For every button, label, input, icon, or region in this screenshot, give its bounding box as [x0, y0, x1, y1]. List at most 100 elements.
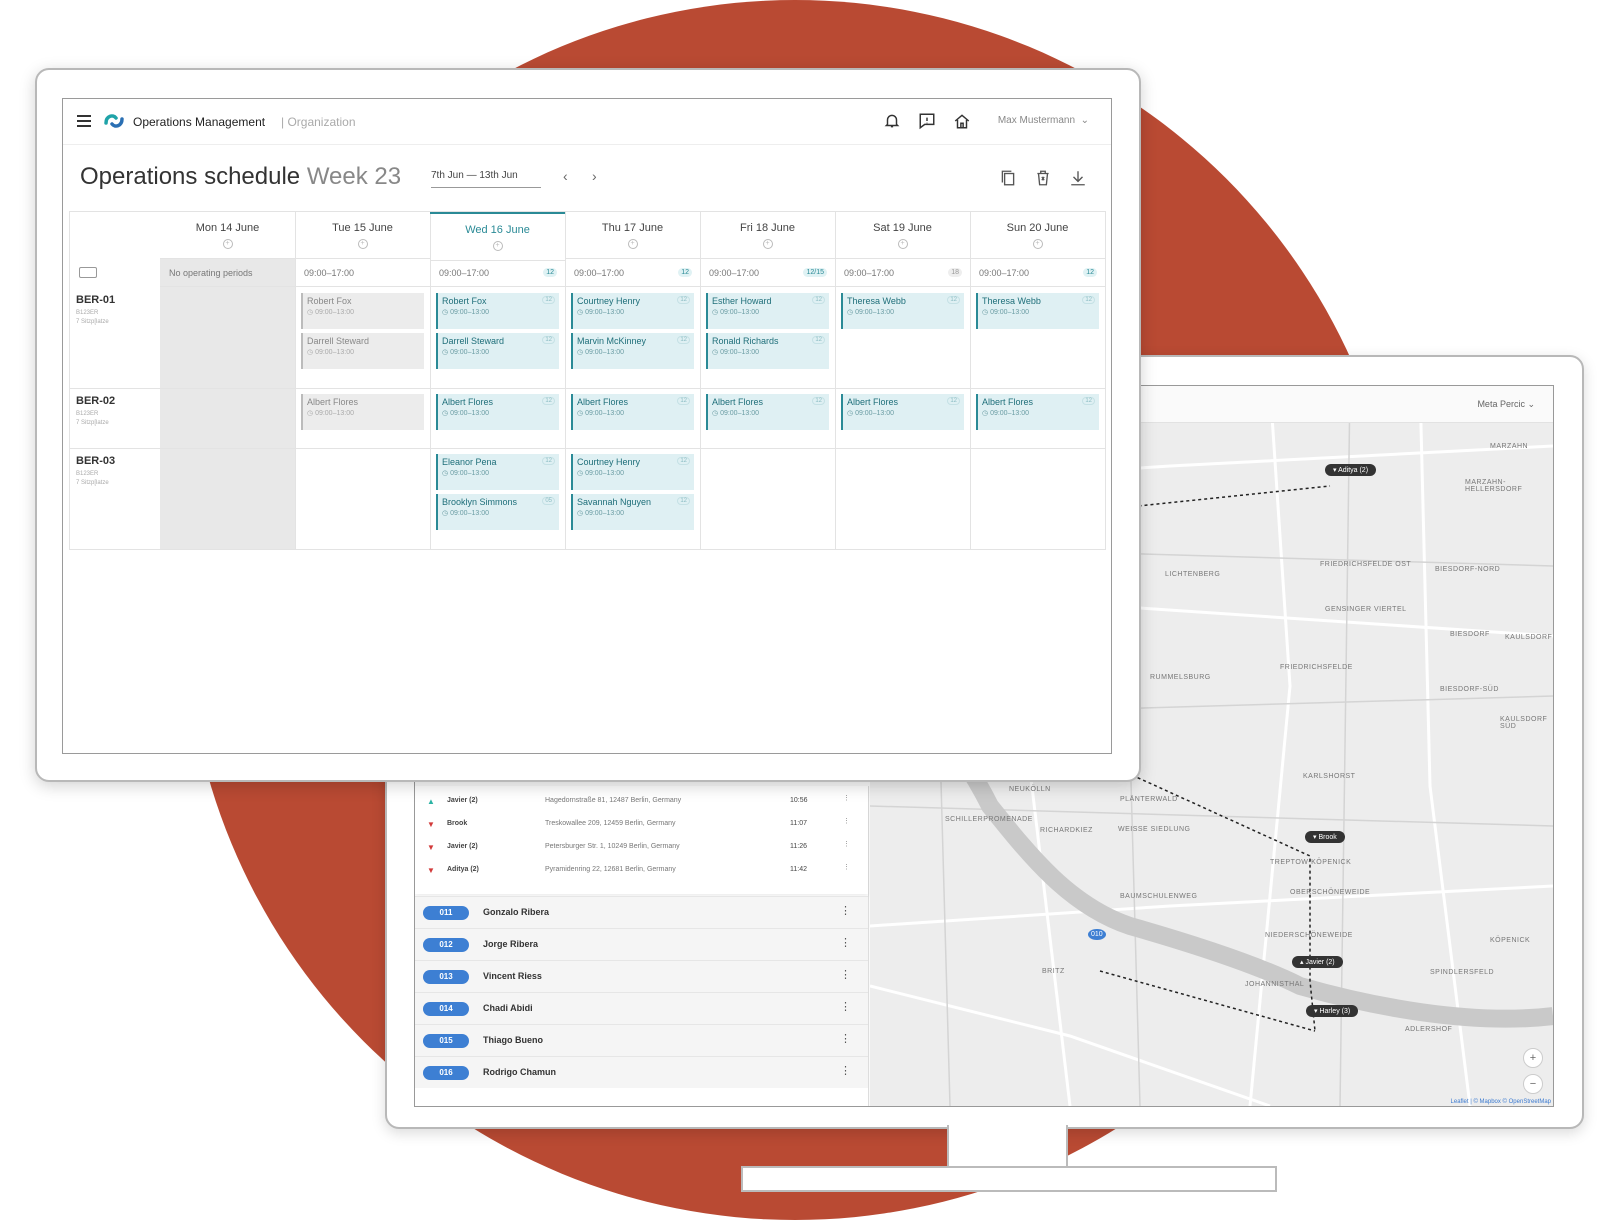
dropoff-triangle-icon: ▼ — [427, 866, 435, 875]
add-circle-icon[interactable]: + — [357, 239, 368, 249]
driver-row[interactable]: 012 Jorge Ribera ⋮ — [415, 928, 868, 960]
vehicle-row-header[interactable]: BER-02 B123ER 7 Sitzp[latze — [70, 388, 160, 448]
add-circle-icon[interactable]: + — [222, 239, 233, 249]
shift-card[interactable]: Brooklyn Simmons ◷ 09:00–13:00 05 — [436, 494, 559, 530]
shift-card[interactable]: Ronald Richards ◷ 09:00–13:00 12 — [706, 333, 829, 369]
shift-time: ◷ 09:00–13:00 — [847, 308, 894, 316]
shift-time-text: 09:00–13:00 — [450, 510, 489, 517]
org-name[interactable]: | Organization — [281, 115, 356, 129]
add-circle-icon[interactable]: + — [492, 241, 503, 251]
shift-card[interactable]: Albert Flores ◷ 09:00–13:00 12 — [841, 394, 964, 430]
add-circle-icon[interactable]: + — [897, 239, 908, 249]
shift-card[interactable]: Darrell Steward ◷ 09:00–13:00 — [301, 333, 424, 369]
map-marker[interactable]: ▾ Aditya (2) — [1325, 464, 1377, 476]
stop-row[interactable]: ▼ Brook Treskowallee 209, 12459 Berlin, Ge… — [415, 813, 855, 836]
more-vertical-icon[interactable]: ⋮ — [840, 1000, 851, 1013]
shift-card[interactable]: Courtney Henry ◷ 09:00–13:00 12 — [571, 454, 694, 490]
user-menu[interactable]: Meta Percic ⌄ — [1477, 399, 1535, 410]
shift-time-text: 09:00–13:00 — [720, 309, 759, 316]
map-attribution[interactable]: Leaflet | © Mapbox © OpenStreetMap — [1451, 1099, 1551, 1105]
trash-icon[interactable] — [1034, 169, 1052, 187]
shift-card[interactable]: Robert Fox ◷ 09:00–13:00 12 — [436, 293, 559, 329]
vehicle-row-header[interactable]: BER-01 B123ER 7 Sitzp[latze — [70, 287, 160, 388]
day-column: Tue 15 June +09:00–17:00 Robert Fox ◷ 09:00… — [295, 212, 431, 549]
map-marker[interactable]: ▴ Javier (2) — [1292, 956, 1343, 968]
add-circle-icon[interactable]: + — [762, 239, 773, 249]
driver-row[interactable]: 015 Thiago Bueno ⋮ — [415, 1024, 868, 1056]
map-marker[interactable]: ▾ Harley (3) — [1306, 1005, 1359, 1017]
map-label: WEISSE SIEDLUNG — [1118, 826, 1191, 833]
shift-card[interactable]: Esther Howard ◷ 09:00–13:00 12 — [706, 293, 829, 329]
stop-row[interactable]: ▼ Aditya (2) Pyramidenring 22, 12681 Berli… — [415, 859, 855, 882]
more-vertical-icon[interactable]: ⋮ — [840, 1064, 851, 1077]
shift-card[interactable]: Courtney Henry ◷ 09:00–13:00 12 — [571, 293, 694, 329]
stop-row[interactable]: ▼ Javier (2) Petersburger Str. 1, 10249 Be… — [415, 836, 855, 859]
driver-row[interactable]: 011 Gonzalo Ribera ⋮ — [415, 896, 868, 928]
user-menu[interactable]: Max Mustermann ⌄ — [998, 115, 1089, 126]
chevron-right-icon[interactable]: › — [592, 168, 597, 184]
chevron-left-icon[interactable]: ‹ — [563, 168, 568, 184]
shift-card[interactable]: Albert Flores ◷ 09:00–13:00 12 — [571, 394, 694, 430]
copy-icon[interactable] — [999, 169, 1017, 187]
driver-row[interactable]: 013 Vincent Riess ⋮ — [415, 960, 868, 992]
vehicle-seats: 7 Sitzp[latze — [76, 319, 109, 325]
day-name: Wed 16 June — [465, 224, 530, 236]
driver-row[interactable]: 014 Chadi Abidi ⋮ — [415, 992, 868, 1024]
day-header[interactable]: Sun 20 June + — [970, 212, 1105, 259]
date-range-field[interactable]: 7th Jun — 13th Jun — [431, 170, 541, 188]
download-icon[interactable] — [1069, 169, 1087, 187]
vehicle-badge[interactable]: 010 — [1088, 929, 1106, 940]
day-header[interactable]: Fri 18 June + — [700, 212, 835, 259]
day-column: Mon 14 June + No operating periods — [160, 212, 296, 549]
shift-time-text: 09:00–13:00 — [450, 349, 489, 356]
shift-card[interactable]: Albert Flores ◷ 09:00–13:00 — [301, 394, 424, 430]
shift-seat-count: 12 — [1082, 397, 1095, 405]
shift-card[interactable]: Robert Fox ◷ 09:00–13:00 — [301, 293, 424, 329]
seat-count-badge: 12/15 — [803, 268, 827, 277]
shift-card[interactable]: Theresa Webb ◷ 09:00–13:00 12 — [976, 293, 1099, 329]
shift-card[interactable]: Darrell Steward ◷ 09:00–13:00 12 — [436, 333, 559, 369]
shift-card[interactable]: Albert Flores ◷ 09:00–13:00 12 — [706, 394, 829, 430]
shift-card[interactable]: Marvin McKinney ◷ 09:00–13:00 12 — [571, 333, 694, 369]
day-header[interactable]: Mon 14 June + — [160, 212, 295, 259]
add-circle-icon[interactable]: + — [627, 239, 638, 249]
day-header[interactable]: Tue 15 June + — [295, 212, 430, 259]
shift-card[interactable]: Albert Flores ◷ 09:00–13:00 12 — [976, 394, 1099, 430]
feedback-icon[interactable] — [918, 112, 936, 130]
shift-card[interactable]: Savannah Nguyen ◷ 09:00–13:00 12 — [571, 494, 694, 530]
shift-time: ◷ 09:00–13:00 — [442, 469, 489, 477]
more-vertical-icon[interactable]: ⋮ — [843, 863, 850, 871]
map-marker[interactable]: ▾ Brook — [1305, 831, 1345, 843]
stop-row[interactable]: ▲ Javier (2) Hagedornstraße 81, 12487 Berl… — [415, 790, 855, 813]
shift-driver-name: Courtney Henry — [577, 457, 641, 467]
more-vertical-icon[interactable]: ⋮ — [840, 1032, 851, 1045]
add-circle-icon[interactable]: + — [1032, 239, 1043, 249]
day-header[interactable]: Sat 19 June + — [835, 212, 970, 259]
no-ops-label: No operating periods — [169, 268, 253, 278]
more-vertical-icon[interactable]: ⋮ — [840, 968, 851, 981]
bell-icon[interactable] — [883, 112, 901, 130]
vehicle-row-header[interactable]: BER-03 B123ER 7 Sitzp[latze — [70, 448, 160, 549]
shift-driver-name: Albert Flores — [307, 397, 359, 407]
zoom-out-button[interactable]: − — [1523, 1074, 1543, 1094]
shift-card[interactable]: Albert Flores ◷ 09:00–13:00 12 — [436, 394, 559, 430]
shift-time: ◷ 09:00–13:00 — [577, 469, 624, 477]
more-vertical-icon[interactable]: ⋮ — [840, 904, 851, 917]
more-vertical-icon[interactable]: ⋮ — [843, 794, 850, 802]
clock-icon: ◷ — [442, 349, 451, 356]
clock-icon: ◷ — [442, 410, 451, 417]
hamburger-menu-icon[interactable] — [77, 115, 91, 130]
more-vertical-icon[interactable]: ⋮ — [843, 840, 850, 848]
zoom-in-button[interactable]: + — [1523, 1048, 1543, 1068]
day-header[interactable]: Wed 16 June + — [430, 212, 565, 261]
shift-seat-count: 12 — [677, 497, 690, 505]
driver-name: Vincent Riess — [483, 971, 542, 981]
map-label: FRIEDRICHSFELDE — [1280, 664, 1353, 671]
driver-row[interactable]: 016 Rodrigo Chamun ⋮ — [415, 1056, 868, 1088]
shift-card[interactable]: Theresa Webb ◷ 09:00–13:00 12 — [841, 293, 964, 329]
more-vertical-icon[interactable]: ⋮ — [840, 936, 851, 949]
more-vertical-icon[interactable]: ⋮ — [843, 817, 850, 825]
shift-card[interactable]: Eleanor Pena ◷ 09:00–13:00 12 — [436, 454, 559, 490]
home-icon[interactable] — [953, 112, 971, 130]
day-header[interactable]: Thu 17 June + — [565, 212, 700, 259]
